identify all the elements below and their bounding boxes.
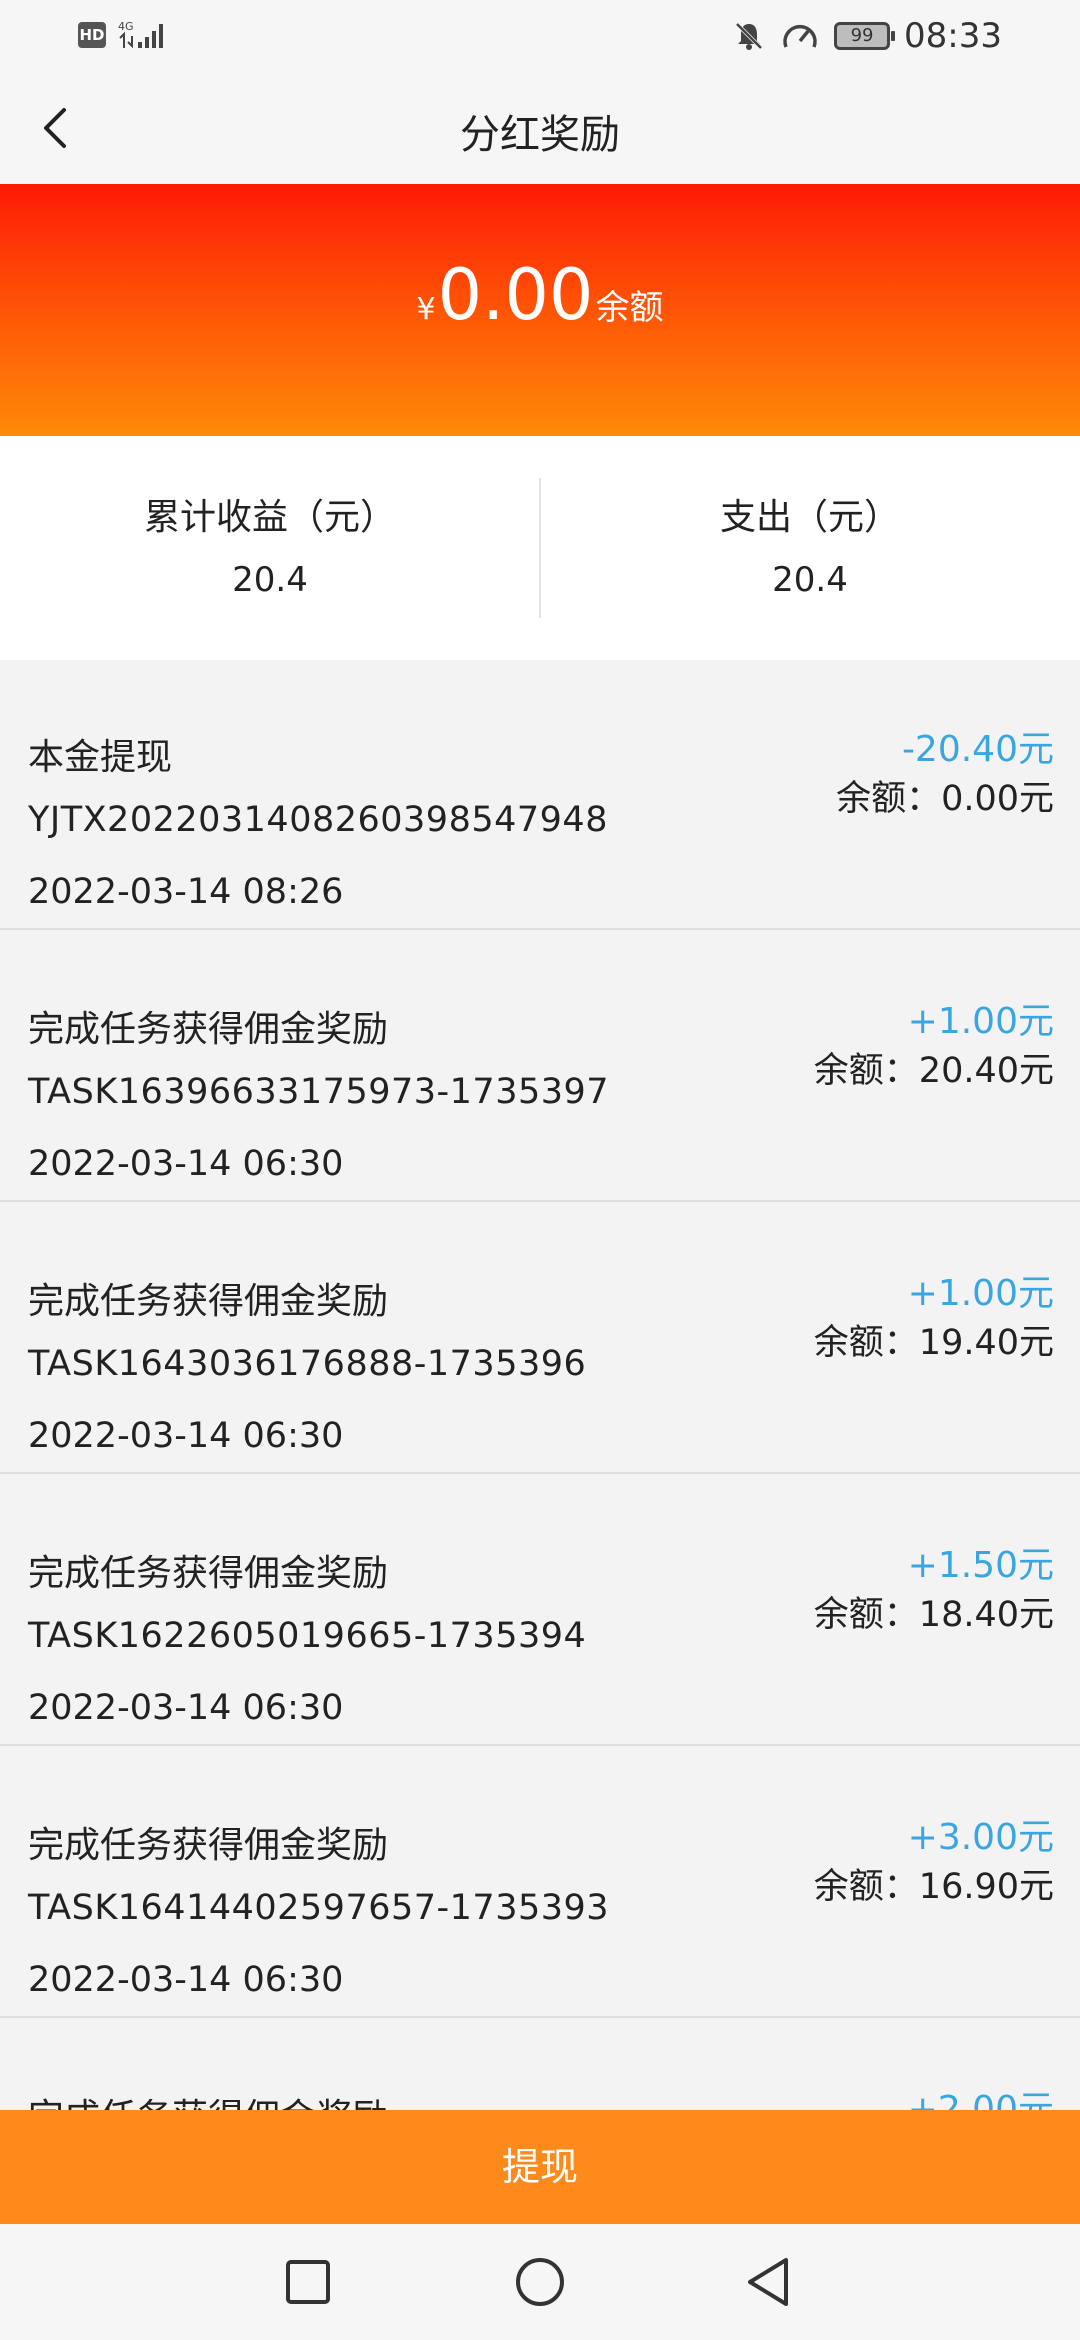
transaction-row[interactable]: 本金提现 YJTX20220314082603985479​48 2022-03… <box>0 660 1080 930</box>
status-time: 08:33 <box>904 16 1002 56</box>
transaction-date: 2022-03-14 06:30 <box>28 1688 344 1728</box>
page-title: 分红奖励 <box>460 112 620 158</box>
transaction-date: 2022-03-14 06:30 <box>28 1416 344 1456</box>
income-label: 累计收益（元） <box>143 497 396 538</box>
transaction-date: 2022-03-14 06:30 <box>28 1960 344 2000</box>
hd-icon: HD <box>78 22 106 48</box>
transaction-amount: +1.50元 <box>907 1545 1054 1586</box>
summary-panel: 累计收益（元） 20.4 支出（元） 20.4 <box>0 436 1080 660</box>
transaction-row[interactable]: 完成任务获得佣金奖励 TASK16396633175973-1735397 20… <box>0 932 1080 1202</box>
expense-label: 支出（元） <box>719 497 900 538</box>
transaction-amount: +3.00元 <box>907 1817 1054 1858</box>
transaction-title: 本金提现 <box>28 737 173 778</box>
balance-line: ¥0.00余额 <box>0 254 1080 336</box>
transaction-title: 完成任务获得佣金奖励 <box>28 1825 389 1866</box>
transaction-amount: +1.00元 <box>907 1001 1054 1042</box>
back-triangle-icon[interactable] <box>742 2254 798 2310</box>
transaction-balance: 余额：0.00元 <box>836 779 1054 819</box>
withdraw-button[interactable]: 提现 <box>0 2110 1080 2224</box>
home-icon[interactable] <box>512 2254 568 2310</box>
expense-summary: 支出（元） 20.4 <box>540 436 1080 660</box>
screen: HD 4G 99 08:33 分红奖励 ¥0.00余额 累计收益（元） 20.4… <box>0 0 1080 2340</box>
transaction-row[interactable]: 完成任务获得佣金奖励 +2.00元 <box>0 2020 1080 2110</box>
transaction-row[interactable]: 完成任务获得佣金奖励 TASK16414402597657-1735393 20… <box>0 1748 1080 2018</box>
battery-icon: 99 <box>834 22 896 50</box>
network-label: 4G <box>118 20 134 33</box>
status-right: 99 08:33 <box>732 14 1002 58</box>
signal-icon: 4G <box>118 20 163 49</box>
transaction-balance: 余额：20.40元 <box>813 1051 1054 1091</box>
currency-symbol: ¥ <box>416 292 436 327</box>
transaction-title: 完成任务获得佣金奖励 <box>28 1553 389 1594</box>
transaction-amount: +2.00元 <box>907 2089 1054 2110</box>
transaction-amount: -20.40元 <box>901 729 1054 770</box>
speedometer-icon <box>783 24 817 48</box>
transaction-order-no: TASK1622605019665-1735394 <box>28 1616 587 1656</box>
recent-apps-icon[interactable] <box>280 2254 336 2310</box>
transaction-date: 2022-03-14 08:26 <box>28 872 344 912</box>
transaction-title: 完成任务获得佣金奖励 <box>28 2088 388 2110</box>
transaction-title: 完成任务获得佣金奖励 <box>28 1281 389 1322</box>
mute-bell-icon <box>735 22 763 50</box>
balance-label: 余额 <box>595 288 664 328</box>
transaction-row[interactable]: 完成任务获得佣金奖励 TASK1622605019665-1735394 202… <box>0 1476 1080 1746</box>
transaction-balance: 余额：19.40元 <box>813 1323 1054 1363</box>
balance-amount: 0.00 <box>437 254 594 336</box>
transaction-order-no: TASK16396633175973-1735397 <box>28 1072 610 1112</box>
status-bar: HD 4G 99 08:33 <box>0 0 1080 72</box>
income-summary: 累计收益（元） 20.4 <box>0 436 540 660</box>
transaction-order-no: TASK1643036176888-1735396 <box>28 1344 587 1384</box>
income-value: 20.4 <box>232 560 308 600</box>
transaction-row[interactable]: 完成任务获得佣金奖励 TASK1643036176888-1735396 202… <box>0 1204 1080 1474</box>
transaction-date: 2022-03-14 06:30 <box>28 1144 344 1184</box>
system-nav-bar <box>0 2224 1080 2340</box>
transaction-title: 完成任务获得佣金奖励 <box>28 1009 389 1050</box>
nav-bar: 分红奖励 <box>0 72 1080 184</box>
transaction-list[interactable]: 本金提现 YJTX20220314082603985479​48 2022-03… <box>0 660 1080 2110</box>
transaction-amount: +1.00元 <box>907 1273 1054 1314</box>
transaction-order-no: YJTX20220314082603985479​48 <box>28 800 608 840</box>
transaction-balance: 余额：18.40元 <box>813 1595 1054 1635</box>
transaction-order-no: TASK16414402597657-1735393 <box>28 1888 610 1928</box>
expense-value: 20.4 <box>772 560 848 600</box>
transaction-balance: 余额：16.90元 <box>813 1867 1054 1907</box>
balance-hero: ¥0.00余额 <box>0 184 1080 436</box>
